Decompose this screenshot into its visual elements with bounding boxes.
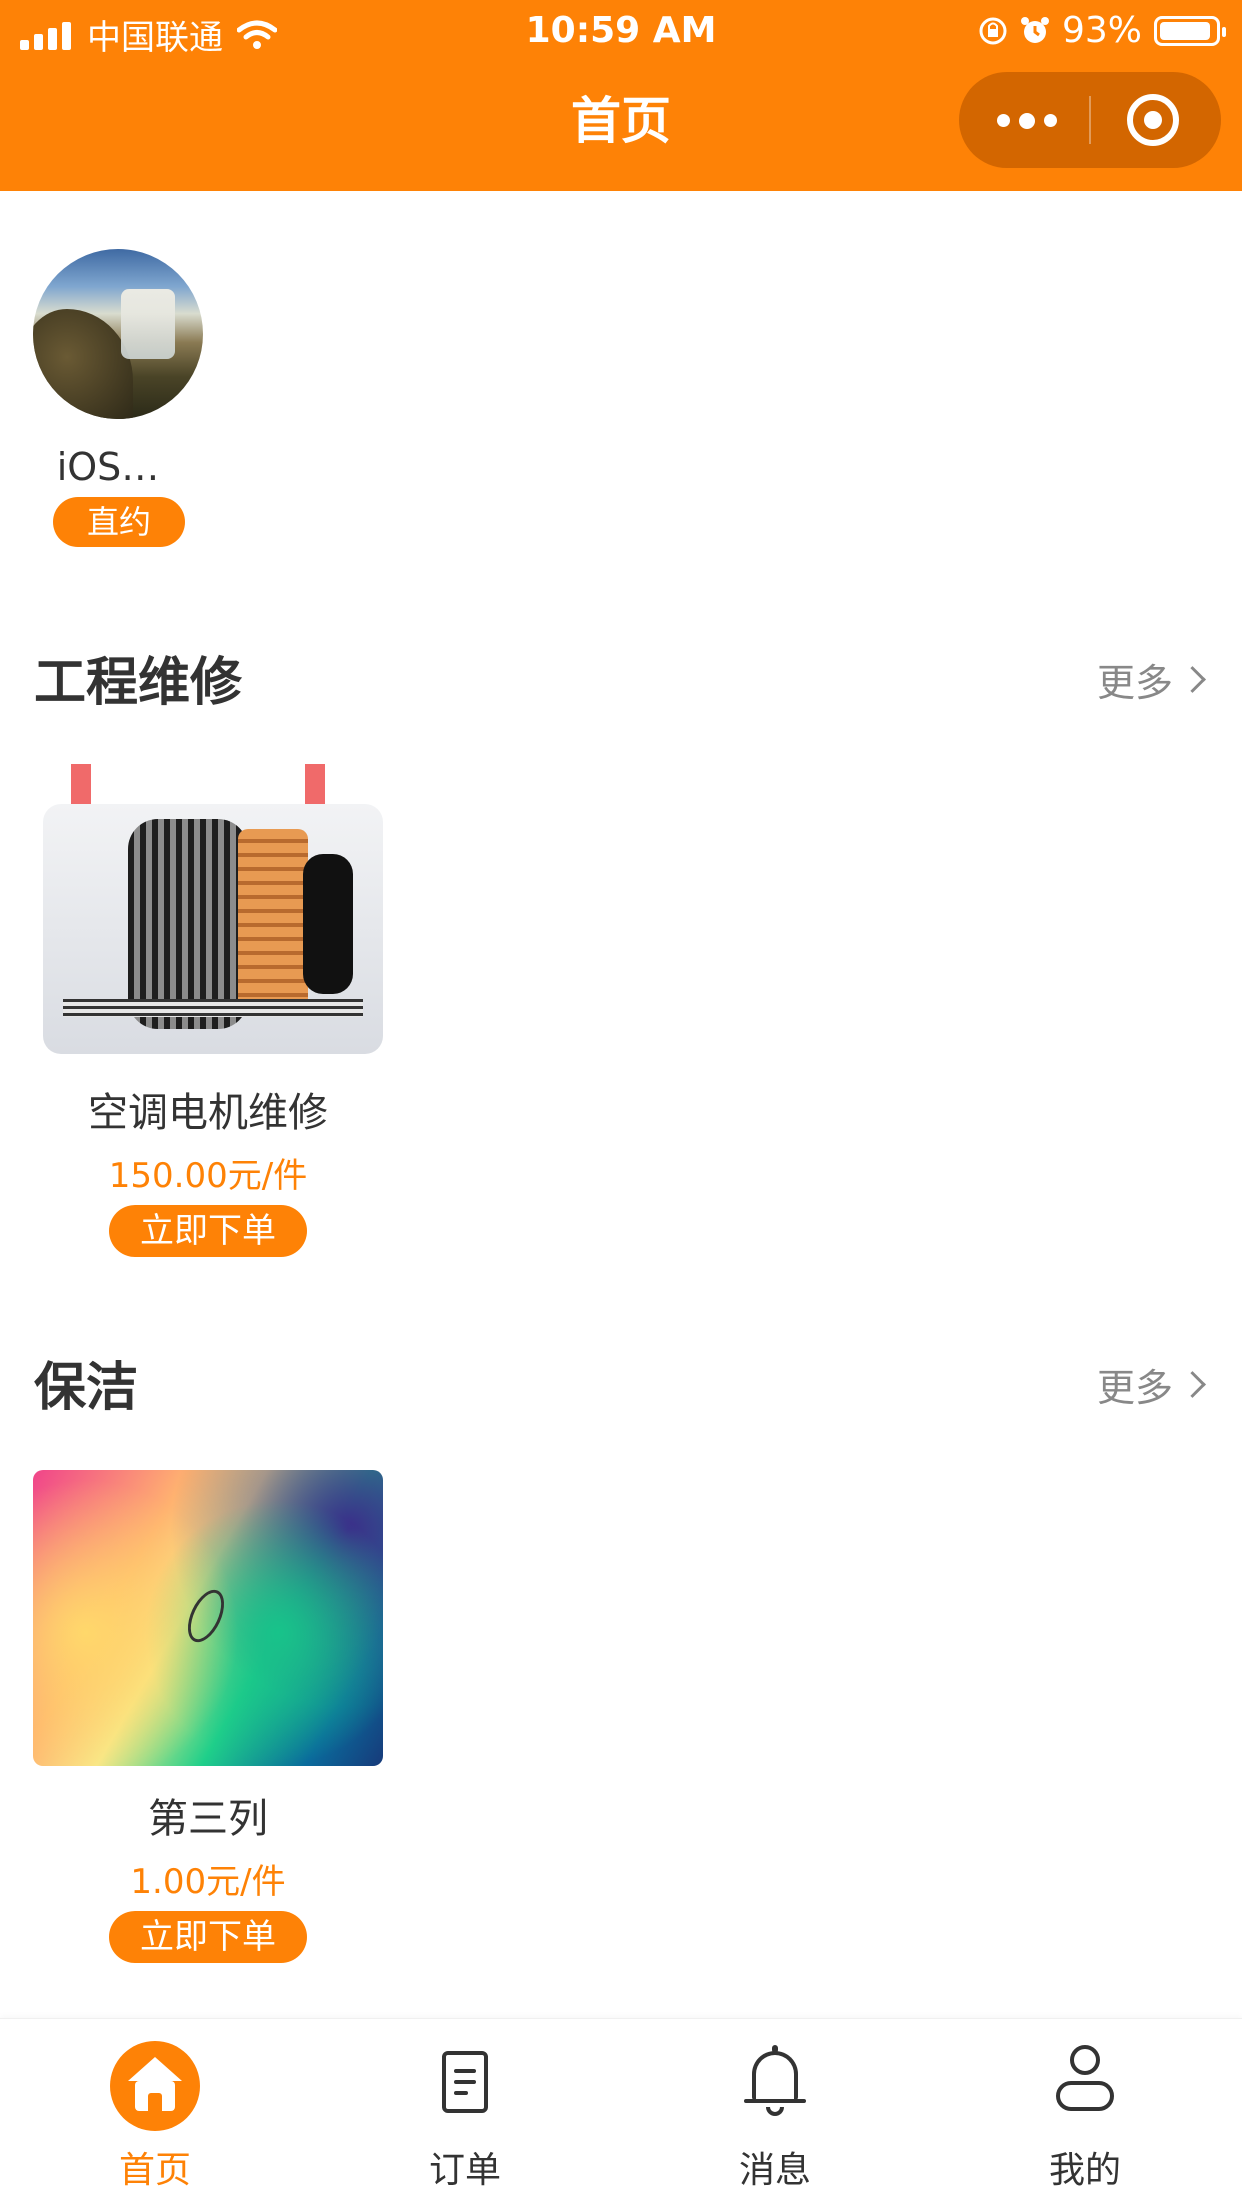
home-icon bbox=[110, 2041, 200, 2131]
order-now-button[interactable]: 立即下单 bbox=[109, 1205, 307, 1257]
order-now-button[interactable]: 立即下单 bbox=[109, 1911, 307, 1963]
tab-orders[interactable]: 订单 bbox=[385, 2041, 545, 2193]
app-header: 中国联通 10:59 AM 93% 首页 bbox=[0, 0, 1242, 191]
more-label: 更多 bbox=[1096, 661, 1173, 705]
more-link-cleaning[interactable]: 更多 bbox=[1096, 1357, 1206, 1412]
more-dots-icon[interactable] bbox=[997, 113, 1057, 129]
mini-program-capsule bbox=[959, 72, 1221, 168]
user-icon bbox=[1040, 2041, 1130, 2131]
product-name: 第三列 bbox=[148, 1796, 268, 1842]
product-image[interactable] bbox=[33, 764, 383, 1060]
battery-icon bbox=[1154, 15, 1226, 46]
target-circle-icon[interactable] bbox=[1127, 94, 1179, 146]
product-image[interactable] bbox=[33, 1470, 383, 1766]
status-right: 93% bbox=[978, 10, 1226, 51]
avatar[interactable] bbox=[33, 249, 203, 419]
bell-icon bbox=[730, 2041, 820, 2131]
section-title-repair: 工程维修 bbox=[34, 653, 243, 713]
tab-home[interactable]: 首页 bbox=[75, 2041, 235, 2193]
tab-messages[interactable]: 消息 bbox=[695, 2041, 855, 2193]
tab-label: 我的 bbox=[1048, 2150, 1121, 2191]
tab-bar: 首页 订单 消息 我的 bbox=[0, 2018, 1242, 2209]
tab-label: 消息 bbox=[738, 2150, 811, 2191]
chevron-right-icon bbox=[1179, 1371, 1206, 1398]
section-title-cleaning: 保洁 bbox=[34, 1358, 139, 1418]
product-name: 空调电机维修 bbox=[88, 1090, 328, 1136]
product-price: 1.00元/件 bbox=[130, 1862, 286, 1902]
product-card[interactable]: 第三列 1.00元/件 立即下单 bbox=[33, 1470, 383, 1963]
product-card[interactable]: 空调电机维修 150.00元/件 立即下单 bbox=[33, 764, 383, 1257]
alarm-icon bbox=[1020, 16, 1049, 43]
battery-percent: 93% bbox=[1061, 10, 1142, 51]
document-icon bbox=[420, 2041, 510, 2131]
tab-label: 首页 bbox=[118, 2150, 191, 2191]
capsule-divider bbox=[1089, 96, 1091, 144]
tab-label: 订单 bbox=[428, 2150, 501, 2191]
rotation-lock-icon bbox=[979, 17, 1007, 44]
chevron-right-icon bbox=[1179, 666, 1206, 693]
tab-profile[interactable]: 我的 bbox=[1005, 2041, 1165, 2193]
worker-card[interactable]: iOS… 直约 bbox=[33, 249, 203, 547]
status-bar: 中国联通 10:59 AM 93% bbox=[0, 0, 1242, 62]
more-label: 更多 bbox=[1096, 1366, 1173, 1410]
worker-name: iOS… bbox=[56, 445, 160, 489]
more-link-repair[interactable]: 更多 bbox=[1096, 652, 1206, 707]
product-price: 150.00元/件 bbox=[108, 1156, 308, 1196]
direct-booking-badge[interactable]: 直约 bbox=[53, 497, 185, 547]
